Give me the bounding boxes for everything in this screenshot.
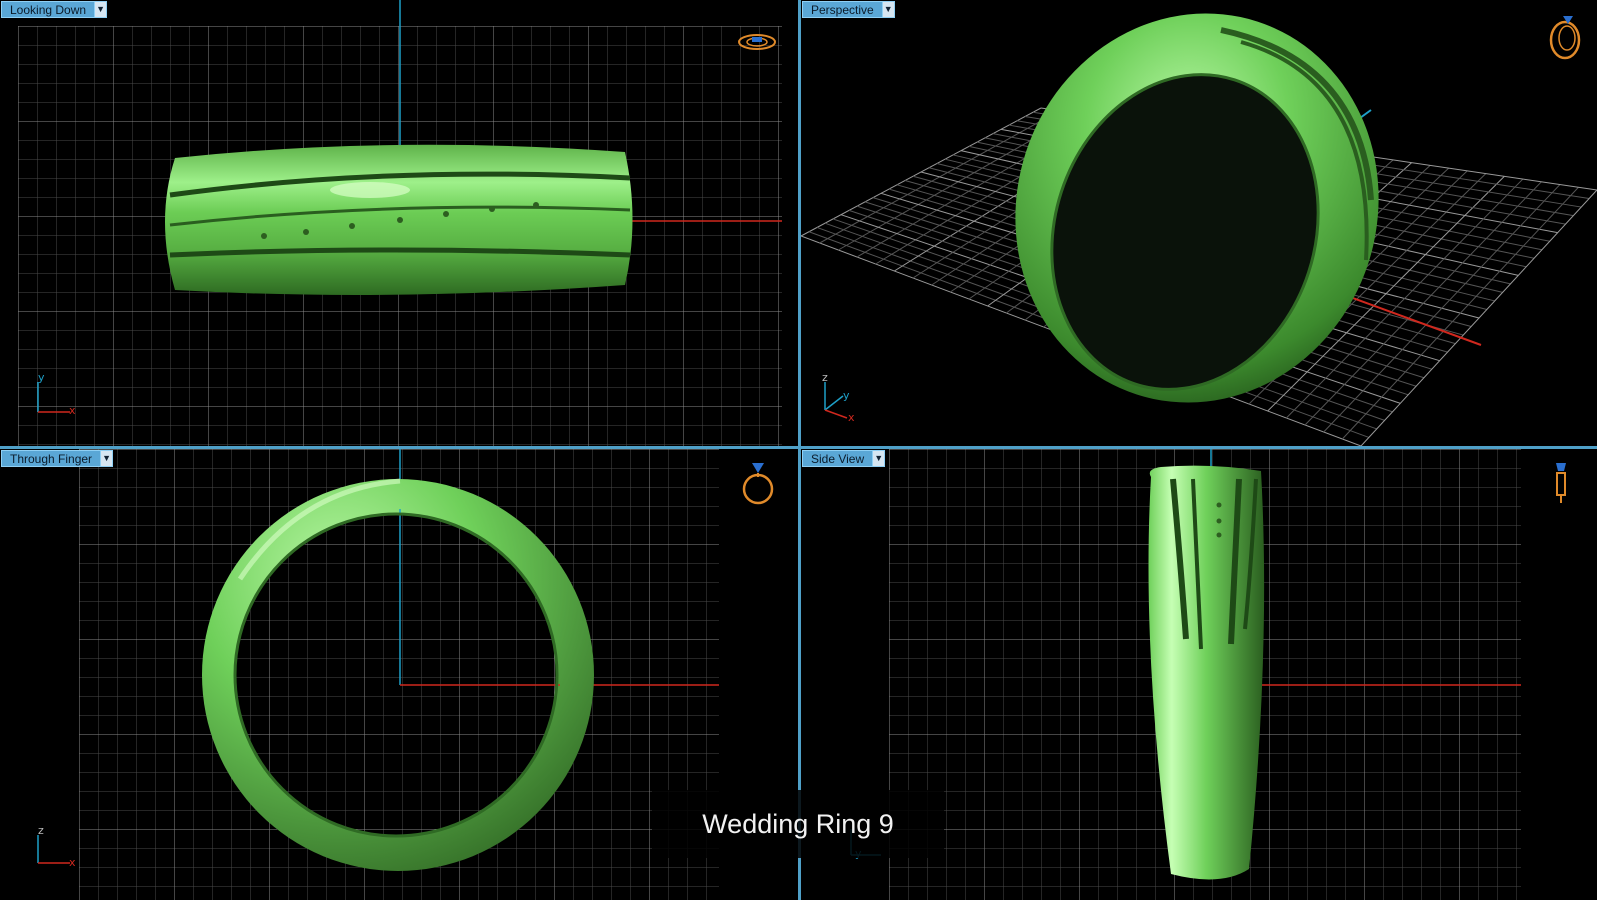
chevron-down-icon[interactable]: ▼ (872, 450, 886, 467)
viewport-title[interactable]: Through Finger (1, 450, 101, 467)
product-caption: Wedding Ring 9 (652, 790, 944, 858)
floor-grid-line (1341, 186, 1579, 440)
axis-label-x: x (848, 411, 855, 424)
viewport-perspective-canvas[interactable]: z y x (801, 0, 1597, 446)
axis-label-z: z (38, 824, 44, 837)
axis-label-y: y (38, 371, 45, 384)
viewport-divider-horizontal[interactable] (0, 446, 1597, 449)
viewport-menu-perspective[interactable]: Perspective ▼ (802, 1, 895, 18)
ring-side-view-icon[interactable] (1556, 463, 1566, 503)
ring-front-view-icon[interactable] (742, 463, 774, 505)
viewport-divider-vertical[interactable] (798, 0, 801, 900)
viewport-title[interactable]: Perspective (802, 1, 882, 18)
floor-grid-line (1360, 189, 1597, 446)
axis-label-y: y (843, 389, 850, 402)
ring-perspective-icon[interactable] (1549, 16, 1581, 60)
viewport-looking-down[interactable]: y x Looking Down ▼ (0, 0, 798, 446)
axis-triad (37, 835, 70, 864)
chevron-down-icon[interactable]: ▼ (100, 450, 114, 467)
viewport-title[interactable]: Side View (802, 450, 873, 467)
axis-label-x: x (69, 404, 76, 417)
viewport-menu-through-finger[interactable]: Through Finger ▼ (1, 450, 114, 467)
axis-label-z: z (822, 371, 828, 384)
viewport-menu-side-view[interactable]: Side View ▼ (802, 450, 886, 467)
axis-label-x: x (69, 856, 76, 869)
chevron-down-icon[interactable]: ▼ (881, 1, 895, 18)
chevron-down-icon[interactable]: ▼ (94, 1, 108, 18)
caption-title: Wedding Ring 9 (702, 808, 894, 839)
viewport-title[interactable]: Looking Down (1, 1, 95, 18)
viewport-looking-down-canvas[interactable]: y x (0, 0, 798, 446)
ring-top-view-model (165, 144, 633, 295)
viewport-menu-looking-down[interactable]: Looking Down ▼ (1, 1, 108, 18)
ring-side-view-model (1148, 465, 1265, 880)
viewport-perspective[interactable]: z y x Perspective ▼ (801, 0, 1597, 446)
